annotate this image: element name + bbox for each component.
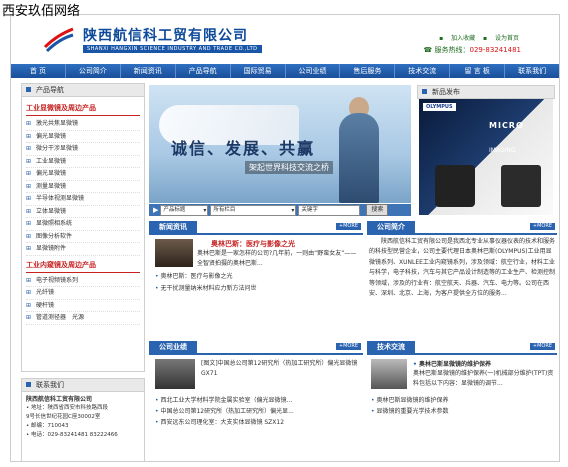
nav-products[interactable]: 产品导航 xyxy=(176,64,231,78)
phone-icon: ☎ xyxy=(423,46,433,54)
new-product-image[interactable]: OLYMPUS MICRO IMAGING xyxy=(419,99,553,215)
contact-line: • 邮编：710043 xyxy=(26,423,69,429)
banner-slogan: 诚信、发展、共赢 xyxy=(171,139,316,158)
tech-more-link[interactable]: +MORE xyxy=(529,343,555,350)
nav-home[interactable]: 首 页 xyxy=(11,64,66,78)
category-item[interactable]: 图像分析软件 xyxy=(26,231,140,243)
tech-title: 技术交流 xyxy=(367,341,415,353)
hotline: ☎ 服务热线：029-83241481 xyxy=(423,46,521,54)
category-item[interactable]: 硬杆镜 xyxy=(26,300,140,312)
news-thumbnail[interactable] xyxy=(155,239,193,267)
contact-line: • 电话：029-83241481 83222466 xyxy=(26,432,118,438)
category-item[interactable]: 半导体视测显微镜 xyxy=(26,193,140,206)
performance-more-link[interactable]: +MORE xyxy=(335,343,361,350)
search-field-select[interactable]: 产品标题 xyxy=(160,204,209,216)
performance-title: 公司业绩 xyxy=(149,341,197,353)
nav-contact[interactable]: 联系我们 xyxy=(505,64,559,78)
new-products: 新品发布 OLYMPUS MICRO IMAGING xyxy=(417,85,555,217)
intro-text: 陕西航信科工贸有限公司是我西北专业从事仪器仪表的技术和服务的科技型民营企业，公司… xyxy=(369,238,555,298)
header: 陕西航信科工贸有限公司 SHANXI HANGXIN SCIENCE INDUS… xyxy=(11,15,559,63)
news-featured-text: 奥林巴斯是一家怎样的公司?几年前，一则由“野蛮女友”——全智贤拍摄的奥林巴斯..… xyxy=(197,250,357,267)
left-column: 产品导航 工业显微镜及周边产品 激光共焦显微镜 偏光显微镜 微分干涉显微镜 工业… xyxy=(21,83,145,461)
category-item[interactable]: 激光共焦显微镜 xyxy=(26,118,140,131)
company-name-en: SHANXI HANGXIN SCIENCE INDUSTRY AND TRAD… xyxy=(83,45,262,53)
company-name: 陕西航信科工贸有限公司 xyxy=(83,28,248,44)
performance-header: 公司业绩 +MORE xyxy=(149,341,363,355)
tech-item[interactable]: 显微镜的重要光学技术参数 xyxy=(371,406,448,415)
nav-about[interactable]: 公司简介 xyxy=(66,64,121,78)
tech-header: 技术交流 +MORE xyxy=(367,341,557,355)
banner-subslogan: 架起世界科技交流之桥 xyxy=(245,161,333,174)
nav-performance[interactable]: 公司业绩 xyxy=(286,64,341,78)
contact-body: 陕西航信科工贸有限公司 • 地址：陕西省西安市科技路西段 9号长信世纪花园C座3… xyxy=(21,392,145,461)
search-icon: ▶ xyxy=(153,206,159,214)
performance-item[interactable]: 西安远东公司理化室：大支实体显微镜 SZX12 xyxy=(155,417,284,426)
search-input[interactable]: 关键字 xyxy=(298,204,361,216)
tech-thumbnail[interactable] xyxy=(371,359,407,389)
product-category-list: 工业显微镜及周边产品 激光共焦显微镜 偏光显微镜 微分干涉显微镜 工业显微镜 偏… xyxy=(21,97,145,372)
category-item[interactable]: 偏光显微镜 xyxy=(26,168,140,181)
image-text: MICRO xyxy=(489,121,524,130)
add-favorite-link[interactable]: ▪ 加入收藏 xyxy=(439,35,475,42)
news-item[interactable]: 奥林巴斯：医疗与影像之光 xyxy=(155,271,232,280)
hotline-number: 029-83241481 xyxy=(469,46,521,54)
brand-logo: OLYMPUS xyxy=(423,103,456,111)
watermark-text: 西安玖佰网络 xyxy=(2,4,81,19)
banner-image: 诚信、发展、共赢 架起世界科技交流之桥 xyxy=(149,85,411,203)
nav-tech[interactable]: 技术交流 xyxy=(395,64,451,78)
search-column-select[interactable]: 所有栏目 xyxy=(210,204,297,216)
nav-trade[interactable]: 国际贸易 xyxy=(231,64,286,78)
contact-company: 陕西航信科工贸有限公司 xyxy=(26,396,93,403)
category-item[interactable]: 偏光显微镜 xyxy=(26,131,140,143)
category-item[interactable]: 立体显微镜 xyxy=(26,206,140,218)
category-item[interactable]: 工业显微镜 xyxy=(26,156,140,168)
intro-title: 公司简介 xyxy=(367,221,415,233)
category-item[interactable]: 电子视频镜系列 xyxy=(26,275,140,287)
main-nav: 首 页 公司简介 新闻资讯 产品导航 国际贸易 公司业绩 售后服务 技术交流 留… xyxy=(11,64,559,78)
intro-more-link[interactable]: +MORE xyxy=(529,223,555,230)
person-graphic xyxy=(339,113,379,203)
new-products-header: 新品发布 xyxy=(417,85,555,99)
company-logo-icon xyxy=(43,27,74,53)
performance-item[interactable]: 中国总公司第12研究所（热加工研究所）偏光显... xyxy=(155,406,293,415)
news-featured-title[interactable]: 奥林巴斯：医疗与影像之光 xyxy=(211,239,295,249)
category-group-title[interactable]: 工业显微镜及周边产品 xyxy=(26,103,140,116)
contact-box: 联系我们 陕西航信科工贸有限公司 • 地址：陕西省西安市科技路西段 9号长信世纪… xyxy=(21,378,145,461)
nav-service[interactable]: 售后服务 xyxy=(340,64,396,78)
page-frame: 陕西航信科工贸有限公司 SHANXI HANGXIN SCIENCE INDUS… xyxy=(10,14,560,462)
category-item[interactable]: 微分干涉显微镜 xyxy=(26,143,140,156)
category-item[interactable]: 光纤镜 xyxy=(26,287,140,300)
news-title: 新闻资讯 xyxy=(149,221,197,233)
performance-featured[interactable]: [图文]中国总公司第12研究所（热加工研究所）偏光显微镜GX71 xyxy=(201,359,361,379)
category-item[interactable]: 显微镜附件 xyxy=(26,243,140,256)
news-header: 新闻资讯 +MORE xyxy=(149,221,363,235)
news-more-link[interactable]: +MORE xyxy=(335,223,361,230)
top-links: ▪ 加入收藏 ▪ 设为首页 xyxy=(433,33,519,42)
image-text: IMAGING xyxy=(489,147,516,154)
microscope-graphic xyxy=(435,165,475,207)
category-group-title[interactable]: 工业内窥镜及周边产品 xyxy=(26,260,140,273)
tech-featured-text: 奥林巴斯显微镜的维护保养(一)机械部分维护(TPT)资料包括以下内容：显微镜的调… xyxy=(413,370,554,387)
tech-featured-title[interactable]: 奥林巴斯显微镜的维护保养 xyxy=(413,359,491,368)
news-item[interactable]: 无干扰测量纳米材料应力新方法问世 xyxy=(155,283,256,292)
search-bar: ▶ 产品标题 所有栏目 关键字 搜索 xyxy=(149,204,411,216)
microscope-graphic xyxy=(501,165,541,207)
contact-header: 联系我们 xyxy=(21,378,145,392)
contact-line: 9号长信世纪花园C座30002室 xyxy=(26,414,101,420)
category-item[interactable]: 显微照相系统 xyxy=(26,218,140,231)
search-button[interactable]: 搜索 xyxy=(366,204,389,216)
contact-line: • 地址：陕西省西安市科技路西段 xyxy=(26,405,109,411)
nav-guestbook[interactable]: 留 言 板 xyxy=(450,64,506,78)
nav-news[interactable]: 新闻资讯 xyxy=(121,64,176,78)
product-nav-header: 产品导航 xyxy=(21,83,145,97)
category-item[interactable]: 管道测径器 光源 xyxy=(26,312,140,325)
performance-thumbnail[interactable] xyxy=(155,359,195,389)
intro-header: 公司简介 +MORE xyxy=(367,221,557,235)
performance-item[interactable]: 西北工业大学材料学院金属实验室（偏光显微镜... xyxy=(155,395,292,404)
set-homepage-link[interactable]: ▪ 设为首页 xyxy=(483,35,519,42)
category-item[interactable]: 测量显微镜 xyxy=(26,181,140,193)
tech-item[interactable]: 奥林巴斯显微镜的维护保养 xyxy=(371,395,448,404)
